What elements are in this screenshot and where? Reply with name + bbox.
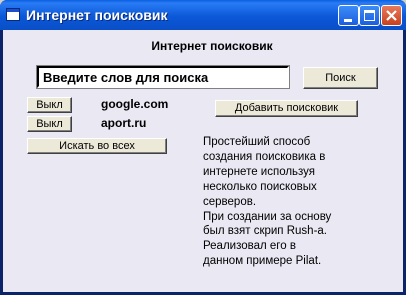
engine-name-aport: aport.ru (101, 116, 147, 130)
title-bar[interactable]: Интернет поисковик (0, 0, 406, 30)
engine-toggle-google[interactable]: Выкл (27, 97, 72, 113)
maximize-button[interactable] (359, 5, 380, 26)
maximize-icon (364, 10, 375, 21)
minimize-icon (344, 19, 352, 22)
engine-toggle-aport[interactable]: Выкл (27, 116, 72, 132)
client-area: Интернет поисковик Поиск Выкл google.com… (3, 30, 403, 292)
search-input[interactable] (36, 65, 290, 89)
app-window: Интернет поисковик Интернет поисковик По… (0, 0, 406, 295)
close-button[interactable] (381, 5, 402, 26)
search-button[interactable]: Поиск (303, 67, 378, 89)
engine-name-google: google.com (101, 97, 169, 111)
window-app-icon (6, 8, 20, 21)
minimize-button[interactable] (338, 5, 359, 26)
search-all-button[interactable]: Искать во всех (27, 138, 167, 154)
page-title: Интернет поисковик (151, 39, 273, 53)
add-engine-button[interactable]: Добавить поисковик (215, 100, 358, 117)
description-text: Простейший способ создания поисковика в … (203, 136, 332, 268)
close-icon (382, 6, 401, 25)
window-title: Интернет поисковик (26, 7, 168, 23)
